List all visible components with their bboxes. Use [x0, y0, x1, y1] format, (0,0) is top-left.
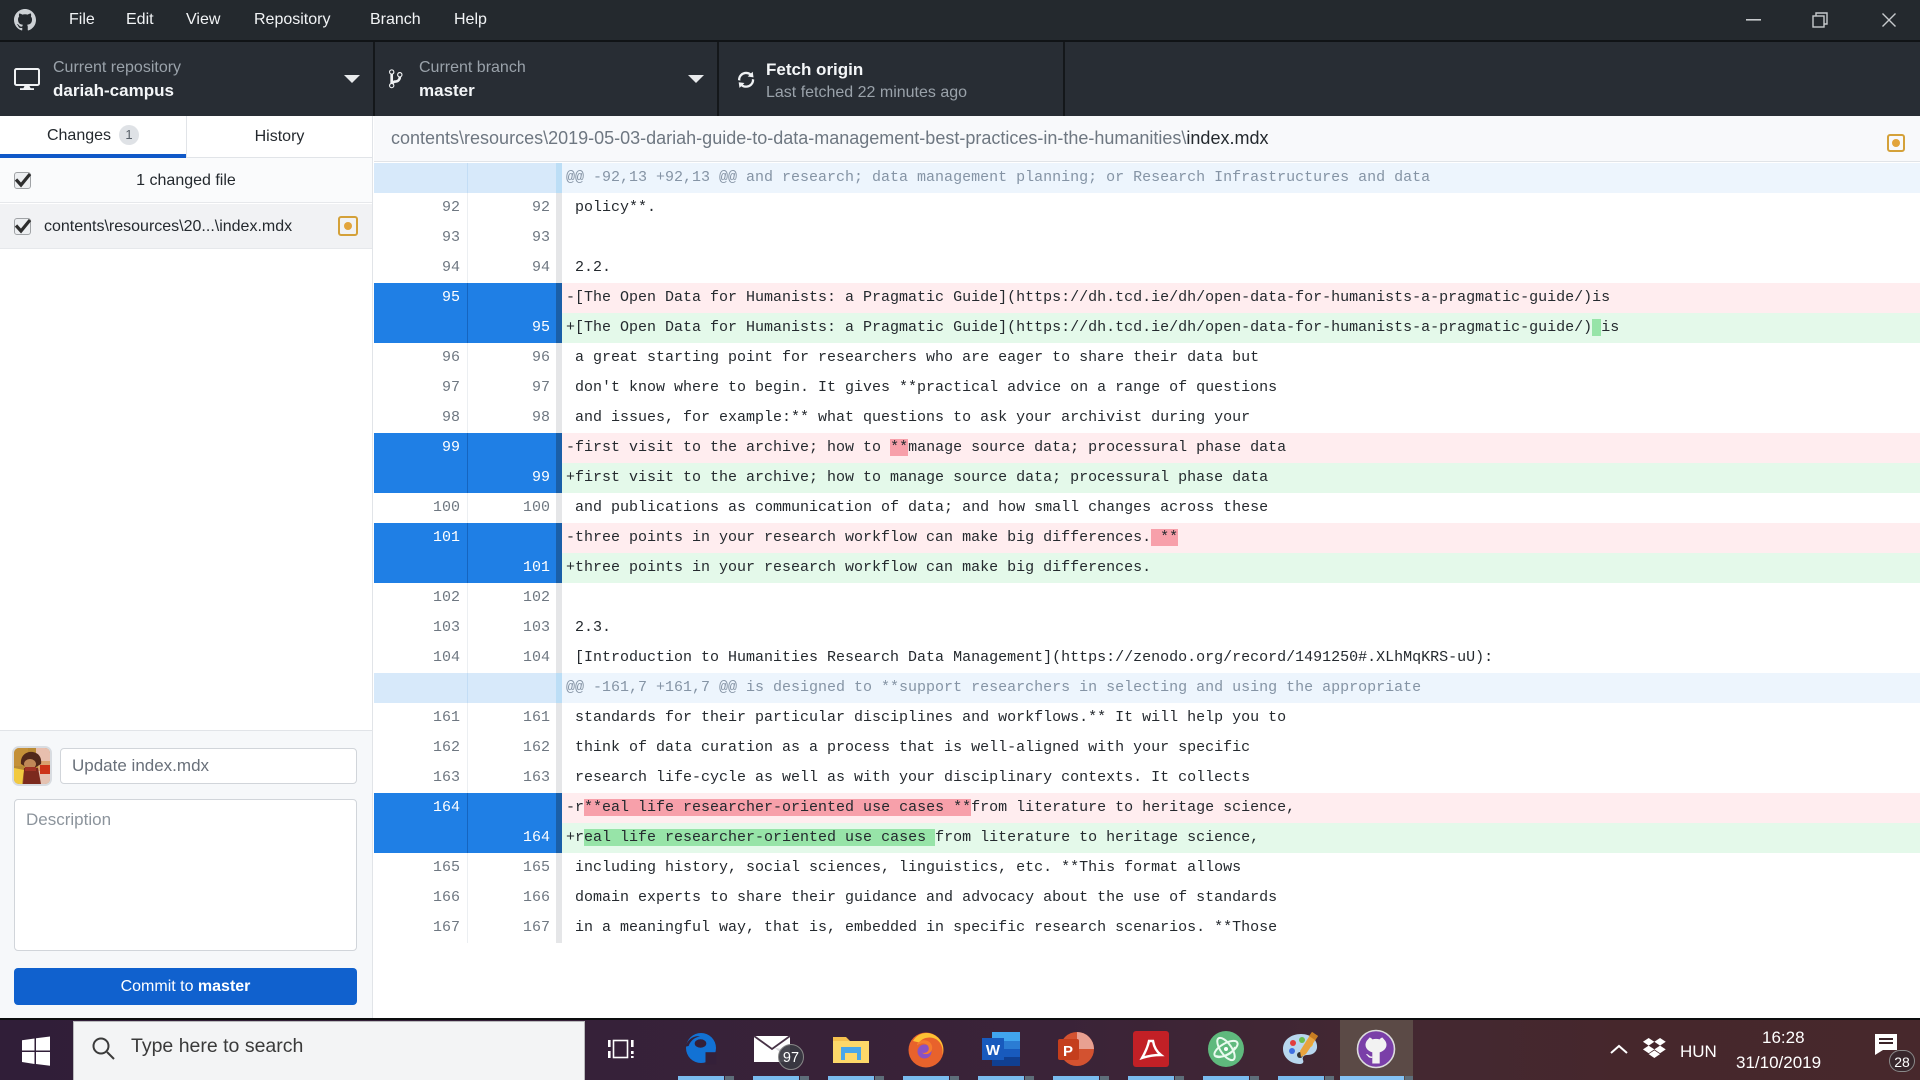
svg-text:P: P [1063, 1043, 1073, 1060]
svg-text:W: W [986, 1042, 1001, 1059]
svg-text:97: 97 [783, 1050, 799, 1066]
